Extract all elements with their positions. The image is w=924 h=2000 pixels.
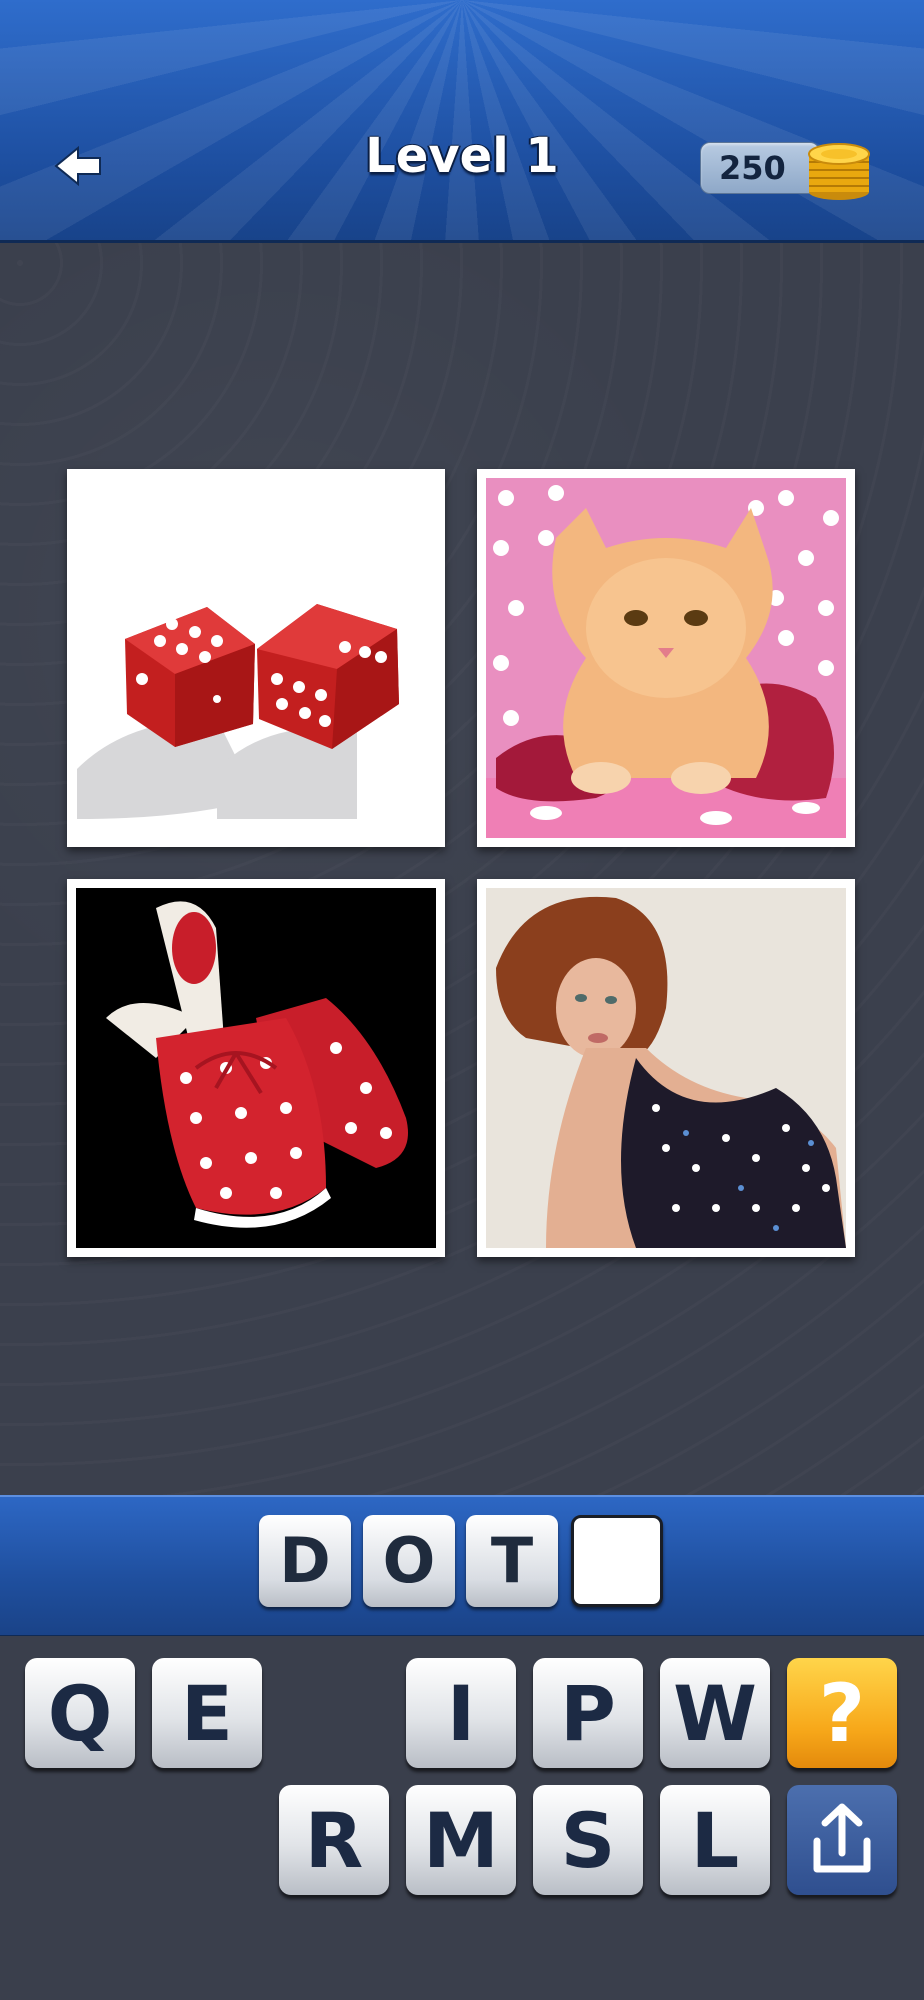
share-button[interactable]	[787, 1785, 897, 1895]
letter-key-l[interactable]: L	[660, 1785, 770, 1895]
answer-slot-1[interactable]: D	[259, 1515, 351, 1607]
slippers-image	[76, 888, 436, 1248]
hint-button[interactable]: ?	[787, 1658, 897, 1768]
answer-slot-2[interactable]: O	[363, 1515, 455, 1607]
answer-slot-4-empty[interactable]	[571, 1515, 663, 1607]
gold-coins-icon	[808, 143, 870, 200]
letter-key-q[interactable]: Q	[25, 1658, 135, 1768]
level-title: Level 1	[365, 128, 559, 184]
letter-key-r[interactable]: R	[279, 1785, 389, 1895]
back-button[interactable]	[52, 138, 108, 194]
photo-tile-slippers[interactable]	[67, 879, 445, 1257]
letter-key-w[interactable]: W	[660, 1658, 770, 1768]
puzzle-board	[0, 243, 924, 1495]
answer-bar: D O T	[0, 1495, 924, 1638]
answer-slot-3[interactable]: T	[466, 1515, 558, 1607]
share-icon	[813, 1803, 871, 1873]
photo-tile-woman[interactable]	[477, 879, 855, 1257]
letter-key-m[interactable]: M	[406, 1785, 516, 1895]
photo-tile-dice[interactable]	[67, 469, 445, 847]
letter-key-s[interactable]: S	[533, 1785, 643, 1895]
dice-image	[67, 469, 445, 847]
kitten-image	[486, 478, 846, 838]
letter-keyboard: Q E I P W ? R M S L	[0, 1636, 924, 2000]
photo-tile-kitten[interactable]	[477, 469, 855, 847]
coin-count: 250	[719, 149, 786, 187]
letter-key-e[interactable]: E	[152, 1658, 262, 1768]
woman-image	[486, 888, 846, 1248]
letter-key-i[interactable]: I	[406, 1658, 516, 1768]
coin-counter: 250	[700, 142, 820, 194]
back-arrow-icon	[54, 145, 101, 187]
top-bar: Level 1 250	[0, 0, 924, 243]
letter-key-p[interactable]: P	[533, 1658, 643, 1768]
